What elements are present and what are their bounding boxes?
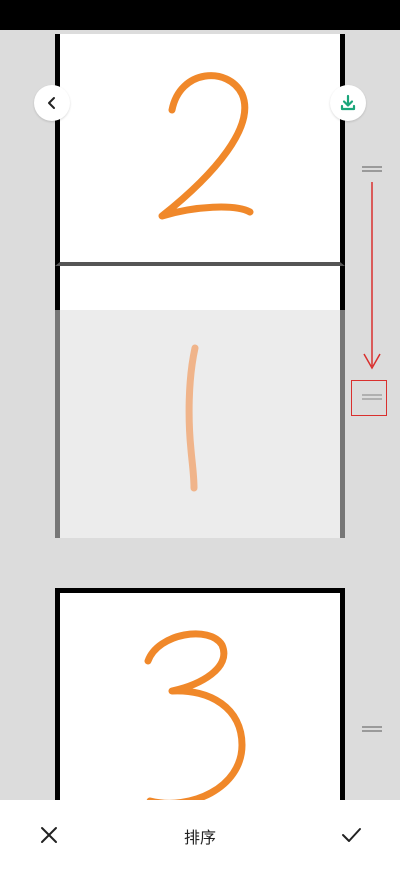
chevron-left-icon — [48, 97, 55, 109]
bottom-action-bar: 排序 — [0, 800, 400, 870]
page-card-1-dragging[interactable] — [55, 310, 345, 538]
page-card-2[interactable] — [55, 34, 345, 266]
handwritten-digit-3 — [144, 630, 246, 800]
check-icon — [342, 828, 361, 842]
download-icon — [340, 94, 356, 111]
drag-handle-page-2[interactable] — [362, 164, 382, 176]
drag-target-highlight — [351, 380, 387, 416]
status-bar — [0, 0, 400, 30]
drag-handle-page-3[interactable] — [362, 724, 382, 736]
handwritten-digit-2 — [158, 72, 254, 220]
reorder-canvas — [0, 30, 400, 800]
drop-gap — [55, 266, 345, 310]
page-card-3[interactable] — [55, 588, 345, 800]
handwritten-digit-1 — [185, 344, 199, 492]
back-button[interactable] — [34, 85, 70, 121]
download-button[interactable] — [330, 85, 366, 121]
confirm-button[interactable] — [338, 822, 364, 848]
drag-direction-arrow — [363, 182, 381, 370]
